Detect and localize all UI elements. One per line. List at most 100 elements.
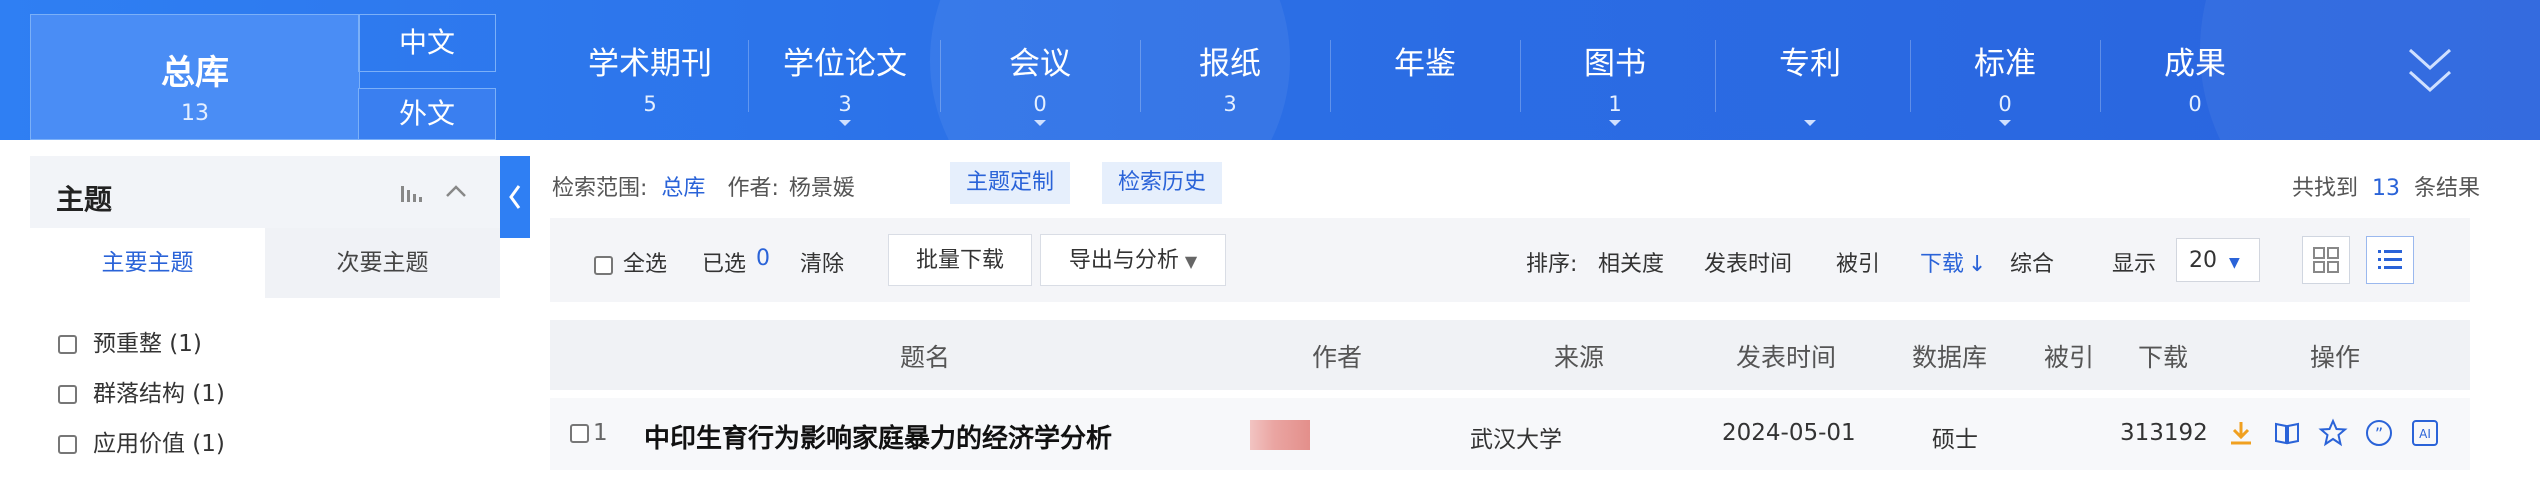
sidebar-collapse-button[interactable]	[500, 156, 530, 238]
select-all-label: 全选	[623, 252, 668, 277]
facet-header[interactable]: 主题	[30, 156, 500, 228]
col-actions: 操作	[2310, 343, 2361, 372]
pub-date: 2024-05-01	[1722, 420, 1856, 446]
nav-count: 1	[1608, 92, 1622, 116]
nav-conferences[interactable]: 会议 0	[950, 0, 1130, 140]
source-link[interactable]: 武汉大学	[1470, 420, 1562, 454]
facet-item[interactable]: 预重整 (1)	[58, 324, 202, 358]
divider	[2100, 40, 2101, 112]
row-select[interactable]: 1	[570, 420, 608, 446]
page-size-value: 20	[2189, 248, 2217, 273]
download-count: 313192	[2120, 420, 2208, 446]
favorite-star-icon[interactable]	[2318, 418, 2348, 448]
divider	[1910, 40, 1911, 112]
col-database: 数据库	[1912, 343, 1988, 372]
nav-achievements[interactable]: 成果 0	[2105, 0, 2285, 140]
col-title: 题名	[900, 343, 951, 372]
divider	[1520, 40, 1521, 112]
sort-date[interactable]: 发表时间	[1704, 246, 1792, 278]
download-icon[interactable]	[2226, 418, 2256, 448]
nav-count: 3	[838, 92, 852, 116]
nav-count: 5	[643, 92, 657, 116]
nav-standards[interactable]: 标准 0	[1915, 0, 2095, 140]
nav-label: 图书	[1584, 46, 1646, 82]
nav-yearbooks[interactable]: 年鉴	[1335, 0, 1515, 140]
divider	[748, 40, 749, 112]
tab-primary-topic[interactable]: 主要主题	[30, 228, 265, 298]
nav-newspapers[interactable]: 报纸 3	[1140, 0, 1320, 140]
database-type: 硕士	[1932, 427, 1978, 453]
ai-assistant-icon[interactable]: AI	[2410, 418, 2440, 448]
sort-relevance[interactable]: 相关度	[1598, 246, 1664, 278]
facet-item[interactable]: 应用价值 (1)	[58, 424, 225, 458]
facet-item[interactable]: 群落结构 (1)	[58, 374, 225, 408]
col-date: 发表时间	[1736, 343, 1837, 372]
nav-total-count: 13	[181, 101, 209, 126]
col-downloads: 下载	[2138, 343, 2189, 372]
page-size-select[interactable]: 20 ▼	[2176, 238, 2260, 282]
display-label: 显示	[2112, 252, 2157, 277]
table-row: 1 中印生育行为影响家庭暴力的经济学分析 武汉大学 2024-05-01 硕士 …	[550, 398, 2470, 470]
author-label: 作者:	[727, 176, 779, 201]
lang-foreign-tab[interactable]: 外文	[358, 88, 496, 140]
facet-tabs: 主要主题 次要主题	[30, 228, 500, 298]
clear-link[interactable]: 清除	[800, 246, 844, 278]
svg-text:”: ”	[2375, 424, 2383, 443]
checkbox[interactable]	[594, 255, 613, 275]
caret-down-icon	[1999, 120, 2011, 126]
nav-journals[interactable]: 学术期刊 5	[560, 0, 740, 140]
quote-icon[interactable]: ”	[2364, 418, 2394, 448]
chevron-up-icon[interactable]	[444, 182, 468, 206]
checkbox[interactable]	[570, 424, 589, 443]
scope-label: 检索范围:	[552, 176, 648, 201]
facet-sidebar: 主题 主要主题 次要主题 预重整 (1) 群落结构 (1) 应用价值 (1)	[30, 156, 500, 482]
sort-download[interactable]: 下载 ↓	[1920, 246, 1986, 278]
sort-download-label: 下载	[1920, 252, 1965, 277]
nav-books[interactable]: 图书 1	[1525, 0, 1705, 140]
read-book-icon[interactable]	[2272, 418, 2302, 448]
nav-label: 成果	[2164, 46, 2226, 82]
checkbox[interactable]	[58, 435, 77, 454]
paper-title-link[interactable]: 中印生育行为影响家庭暴力的经济学分析	[644, 418, 1112, 455]
sort-cited[interactable]: 被引	[1836, 246, 1880, 278]
double-chevron-down-icon[interactable]	[2400, 36, 2460, 106]
sort-composite[interactable]: 综合	[2010, 246, 2054, 278]
chevron-left-icon	[509, 185, 521, 209]
caret-down-icon	[1609, 120, 1621, 126]
tab-secondary-topic[interactable]: 次要主题	[265, 228, 500, 298]
bar-chart-icon[interactable]	[400, 182, 426, 208]
export-label: 导出与分析	[1068, 248, 1179, 273]
select-all[interactable]: 全选	[594, 246, 667, 278]
list-view-icon[interactable]	[2366, 236, 2414, 284]
scope-value[interactable]: 总库	[661, 176, 705, 201]
topic-custom-button[interactable]: 主题定制	[950, 162, 1071, 204]
divider	[1330, 40, 1331, 112]
grid-view-icon[interactable]	[2302, 236, 2350, 284]
nav-label: 学位论文	[783, 46, 907, 82]
arrow-down-icon: ↓	[1968, 252, 1987, 277]
sort-label: 排序:	[1526, 252, 1578, 277]
nav-count: 0	[2188, 92, 2202, 116]
facet-label: 群落结构 (1)	[93, 381, 225, 407]
nav-label: 学术期刊	[588, 46, 712, 82]
caret-down-icon	[1034, 120, 1046, 126]
caret-down-icon	[1804, 120, 1816, 126]
nav-label: 专利	[1779, 46, 1841, 82]
found-prefix: 共找到	[2291, 176, 2358, 201]
divider	[940, 40, 941, 112]
nav-total-library[interactable]: 总库 13	[30, 14, 360, 140]
search-history-button[interactable]: 检索历史	[1102, 162, 1223, 204]
batch-download-button[interactable]: 批量下载	[888, 234, 1032, 286]
export-analysis-dropdown[interactable]: 导出与分析 ▼	[1040, 234, 1226, 286]
nav-label: 年鉴	[1394, 46, 1456, 82]
caret-down-icon: ▼	[2229, 255, 2240, 271]
search-scope: 检索范围: 总库 作者: 杨景媛	[552, 170, 855, 202]
found-suffix: 条结果	[2413, 176, 2480, 201]
checkbox[interactable]	[58, 385, 77, 404]
database-nav-bar: 总库 13 中文 外文 学术期刊 5 学位论文 3 会议 0 报纸 3 年鉴 图…	[0, 0, 2540, 140]
nav-dissertations[interactable]: 学位论文 3	[755, 0, 935, 140]
nav-label: 会议	[1009, 46, 1071, 82]
lang-chinese-tab[interactable]: 中文	[358, 14, 496, 72]
checkbox[interactable]	[58, 335, 77, 354]
nav-patents[interactable]: 专利	[1720, 0, 1900, 140]
